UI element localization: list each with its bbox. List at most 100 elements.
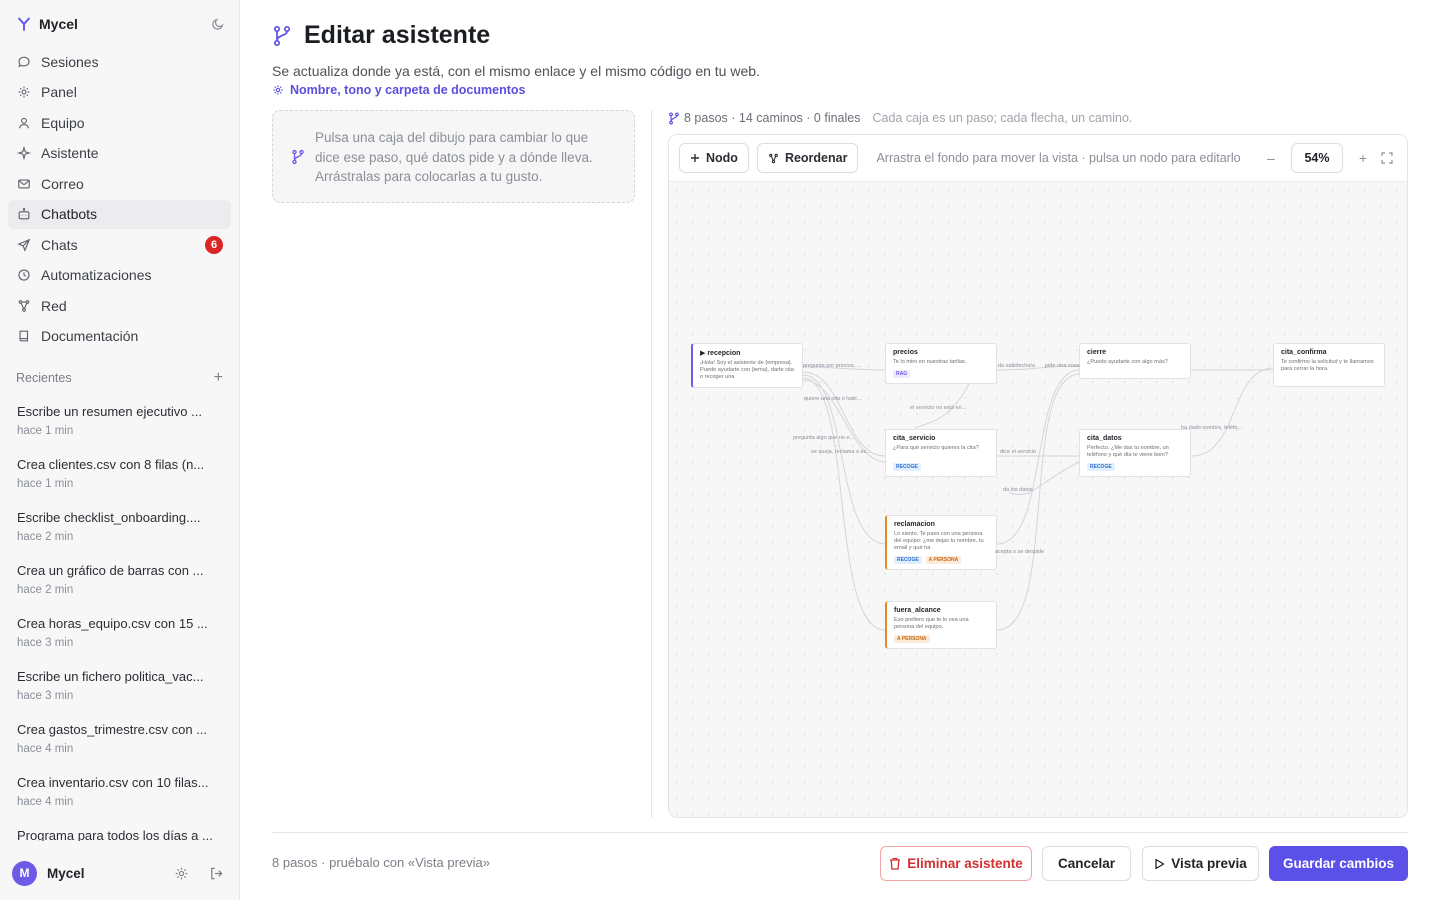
tag-rag: RAG — [893, 370, 911, 378]
page-header: Editar asistente — [272, 21, 490, 50]
sidebar-item-panel[interactable]: Panel — [8, 78, 231, 107]
sidebar-item-documentacion[interactable]: Documentación — [8, 322, 231, 351]
reorder-label: Reordenar — [784, 151, 848, 165]
flow-node-recepcion[interactable]: ▶ recepcion ¡Hola! Soy el asistente de {… — [691, 343, 803, 388]
chat-bubble-icon — [18, 56, 30, 67]
flow-node-cita-datos[interactable]: cita_datos Perfecto. ¿Me das tu nombre, … — [1079, 429, 1191, 477]
branch-icon — [273, 25, 291, 46]
flow-node-reclamacion[interactable]: reclamacion Lo siento. Te paso con una p… — [885, 515, 997, 570]
cancel-button[interactable]: Cancelar — [1042, 846, 1131, 881]
edge-fuera-alcance-cierre — [996, 373, 1080, 631]
hint-text: Pulsa una caja del dibujo para cambiar l… — [315, 130, 593, 184]
node-tags: RECOGE A PERSONA — [894, 556, 990, 564]
edge-label: acepta o se despide — [995, 549, 1045, 555]
sidebar-item-equipo[interactable]: Equipo — [8, 108, 231, 137]
flow-canvas[interactable]: ▶ recepcion ¡Hola! Soy el asistente de {… — [669, 182, 1407, 817]
list-item[interactable]: Crea clientes.csv con 8 filas (n... hace… — [17, 457, 217, 510]
zoom-in-button[interactable]: + — [1353, 150, 1373, 166]
tag-recoge: RECOGE — [894, 556, 922, 564]
theme-toggle-moon-icon[interactable] — [211, 17, 225, 31]
zoom-controls: – 54% + — [1261, 143, 1393, 173]
assistant-settings-link[interactable]: Nombre, tono y carpeta de documentos — [272, 83, 525, 97]
sidebar-item-label: Chatbots — [41, 206, 98, 222]
save-changes-button[interactable]: Guardar cambios — [1269, 846, 1408, 881]
edge-label: se queja, reclama o es... — [811, 449, 871, 455]
graph-stats: 8 pasos · 14 caminos · 0 finales Cada ca… — [668, 111, 1132, 125]
sidebar-item-chatbots[interactable]: Chatbots — [8, 199, 231, 229]
edge-label: dice el servicio — [1000, 449, 1037, 455]
node-text: ¡Hola! Soy el asistente de {empresa}. Pu… — [700, 360, 794, 381]
list-item[interactable]: Crea un gráfico de barras con ... hace 2… — [17, 563, 217, 616]
user-name: Mycel — [47, 865, 85, 881]
flow-node-cierre[interactable]: cierre ¿Puedo ayudarte con algo más? — [1079, 343, 1191, 379]
avatar[interactable]: M — [12, 860, 37, 886]
list-item[interactable]: Crea gastos_trimestre.csv con ... hace 4… — [17, 722, 217, 775]
recent-title: Crea horas_equipo.csv con 15 ... — [17, 616, 208, 631]
recent-time: hace 4 min — [17, 796, 74, 808]
sparkle-icon — [17, 146, 31, 160]
list-item[interactable]: Crea inventario.csv con 10 filas... hace… — [17, 775, 217, 828]
node-title: fuera_alcance — [894, 607, 941, 614]
recent-title: Escribe un fichero politica_vac... — [17, 669, 204, 684]
settings-gear-icon[interactable] — [174, 866, 189, 881]
recent-title: Crea inventario.csv con 10 filas... — [17, 775, 209, 790]
sidebar: Mycel Sesiones Panel Equipo Asistente Co… — [0, 0, 240, 900]
sidebar-item-asistente[interactable]: Asistente — [8, 139, 231, 168]
edge-reclamacion-cierre — [996, 369, 1080, 545]
canvas-hint: Arrastra el fondo para mover la vista · … — [876, 151, 1241, 165]
list-item[interactable]: Crea horas_equipo.csv con 15 ... hace 3 … — [17, 616, 217, 669]
save-label: Guardar cambios — [1282, 856, 1395, 871]
preview-label: Vista previa — [1171, 856, 1247, 871]
page-title: Editar asistente — [304, 21, 491, 49]
node-text: Te lo miro en nuestras tarifas. — [893, 359, 967, 365]
recent-title: Crea gastos_trimestre.csv con ... — [17, 722, 208, 737]
book-icon — [19, 330, 29, 342]
flow-node-fuera-alcance[interactable]: fuera_alcance Eso prefiero que te lo vea… — [885, 601, 997, 649]
unread-count-badge: 6 — [205, 235, 223, 254]
edge-recepcion-fuera-alcance — [802, 377, 886, 631]
sidebar-item-label: Correo — [41, 175, 84, 192]
node-text: Lo siento. Te paso con una persona del e… — [894, 531, 984, 552]
brand-name: Mycel — [39, 16, 78, 32]
editor-toolbar: Nodo Reordenar Arrastra el fondo para mo… — [669, 135, 1407, 182]
network-icon — [18, 299, 30, 312]
sidebar-item-label: Chats — [41, 236, 78, 253]
zoom-out-button[interactable]: – — [1261, 150, 1281, 166]
sidebar-item-chats[interactable]: Chats 6 — [8, 230, 231, 259]
gear-icon — [273, 85, 283, 95]
add-node-button[interactable]: Nodo — [679, 143, 749, 173]
flow-node-cita-confirma[interactable]: cita_confirma Te confirmo la solicitud y… — [1273, 343, 1385, 387]
edges-layer — [802, 365, 1274, 631]
delete-assistant-button[interactable]: Eliminar asistente — [880, 846, 1032, 881]
recent-time: hace 4 min — [17, 743, 74, 755]
edge-label: pregunta por precios, ... — [803, 363, 862, 369]
recent-time: hace 2 min — [17, 584, 74, 596]
node-title: reclamacion — [894, 521, 935, 528]
list-item[interactable]: Escribe un resumen ejecutivo ... hace 1 … — [17, 404, 217, 457]
cancel-label: Cancelar — [1057, 856, 1116, 871]
fullscreen-icon[interactable] — [1381, 152, 1393, 164]
list-item[interactable]: Programa para todos los días a ... — [17, 828, 217, 841]
tag-a-persona: A PERSONA — [925, 556, 962, 564]
edge-label: pregunta algo que no e... — [793, 435, 855, 441]
new-recent-plus-icon[interactable]: + — [214, 370, 223, 386]
preview-button[interactable]: Vista previa — [1142, 846, 1259, 881]
sidebar-item-red[interactable]: Red — [8, 291, 231, 320]
sidebar-item-correo[interactable]: Correo — [8, 169, 231, 198]
flow-node-precios[interactable]: precios Te lo miro en nuestras tarifas. … — [885, 343, 997, 384]
list-item[interactable]: Escribe un fichero politica_vac... hace … — [17, 669, 217, 722]
recent-title: Escribe checklist_onboarding.... — [17, 510, 201, 525]
sidebar-item-automatizaciones[interactable]: Automatizaciones — [8, 261, 231, 290]
graph-stats-hint: Cada caja es un paso; cada flecha, un ca… — [872, 111, 1133, 125]
list-item[interactable]: Escribe checklist_onboarding.... hace 2 … — [17, 510, 217, 563]
flow-node-cita-servicio[interactable]: cita_servicio ¿Para qué servicio quieres… — [885, 429, 997, 477]
panel-divider — [651, 110, 652, 818]
sidebar-item-label: Documentación — [41, 328, 139, 344]
flow-editor: Nodo Reordenar Arrastra el fondo para mo… — [668, 134, 1408, 818]
sidebar-item-label: Automatizaciones — [41, 267, 152, 283]
logout-icon[interactable] — [209, 866, 224, 881]
node-title: ▶ recepcion — [700, 350, 741, 357]
sidebar-item-sesiones[interactable]: Sesiones — [8, 47, 231, 76]
reorder-button[interactable]: Reordenar — [756, 143, 859, 173]
node-title: precios — [893, 349, 918, 356]
